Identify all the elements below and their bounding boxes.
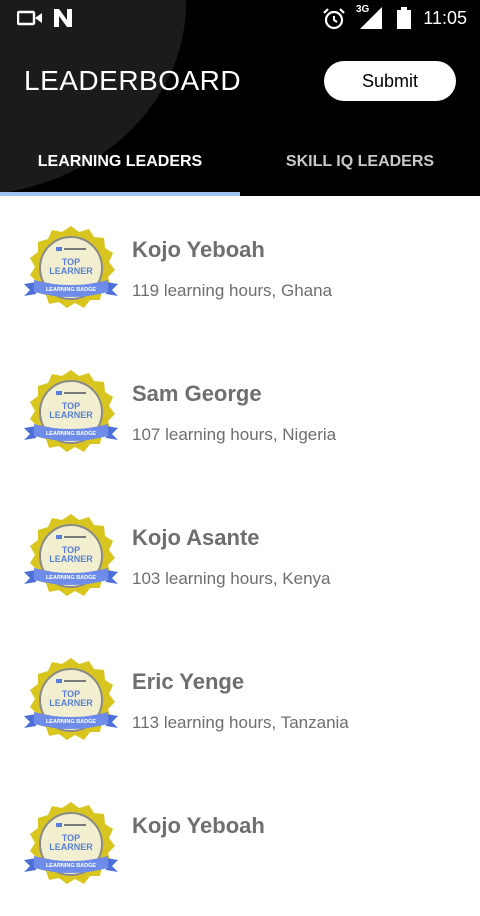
leader-details: 103 learning hours, Kenya: [132, 569, 331, 588]
badge-text-learner: LEARNER: [49, 410, 93, 420]
list-item[interactable]: TOP LEARNER LEARNING BADGE Sam George 10…: [0, 340, 480, 484]
list-item[interactable]: TOP LEARNER LEARNING BADGE Eric Yenge 11…: [0, 628, 480, 772]
leader-details: 113 learning hours, Tanzania: [132, 713, 349, 732]
video-icon: [17, 10, 42, 26]
badge-ribbon-text: LEARNING BADGE: [46, 863, 96, 869]
leaders-list[interactable]: TOP LEARNER LEARNING BADGE Kojo Yeboah 1…: [0, 196, 480, 916]
leader-name: Sam George: [132, 381, 262, 406]
tab-skill-iq-leaders[interactable]: SKILL IQ LEADERS: [240, 148, 480, 176]
status-time: 11:05: [423, 8, 467, 28]
leader-details: 119 learning hours, Ghana: [132, 281, 333, 300]
battery-icon: [397, 7, 411, 29]
top-learner-badge-icon: TOP LEARNER LEARNING BADGE: [24, 514, 118, 596]
leader-name: Eric Yenge: [132, 669, 245, 694]
badge-text-learner: LEARNER: [49, 266, 93, 276]
top-learner-badge-icon: TOP LEARNER LEARNING BADGE: [24, 802, 118, 884]
badge-text-learner: LEARNER: [49, 554, 93, 564]
network-type: 3G: [356, 4, 370, 15]
list-item[interactable]: TOP LEARNER LEARNING BADGE Kojo Asante 1…: [0, 484, 480, 628]
leader-name: Kojo Asante: [132, 525, 260, 550]
page-title: LEADERBOARD: [24, 65, 242, 96]
list-item[interactable]: TOP LEARNER LEARNING BADGE Kojo Yeboah 1…: [0, 196, 480, 340]
status-bar: 3G 11:05: [0, 0, 480, 36]
n-logo-icon: [54, 9, 72, 27]
top-learner-badge-icon: TOP LEARNER LEARNING BADGE: [24, 226, 118, 308]
badge-ribbon-text: LEARNING BADGE: [46, 575, 96, 581]
list-item[interactable]: TOP LEARNER LEARNING BADGE Kojo Yeboah: [0, 772, 480, 916]
leader-details: 107 learning hours, Nigeria: [132, 425, 337, 444]
top-learner-badge-icon: TOP LEARNER LEARNING BADGE: [24, 370, 118, 452]
badge-ribbon-text: LEARNING BADGE: [46, 719, 96, 725]
tab-learning-leaders[interactable]: LEARNING LEADERS: [0, 148, 240, 176]
badge-ribbon-text: LEARNING BADGE: [46, 431, 96, 437]
badge-text-learner: LEARNER: [49, 698, 93, 708]
app-header: 3G 11:05 LEADERBOARD Submit LEARNING LEA…: [0, 0, 480, 196]
submit-button[interactable]: Submit: [324, 61, 456, 101]
badge-ribbon-text: LEARNING BADGE: [46, 287, 96, 293]
alarm-icon: [323, 8, 345, 30]
top-learner-badge-icon: TOP LEARNER LEARNING BADGE: [24, 658, 118, 740]
leader-name: Kojo Yeboah: [132, 237, 265, 262]
leader-name: Kojo Yeboah: [132, 813, 265, 838]
badge-text-learner: LEARNER: [49, 842, 93, 852]
